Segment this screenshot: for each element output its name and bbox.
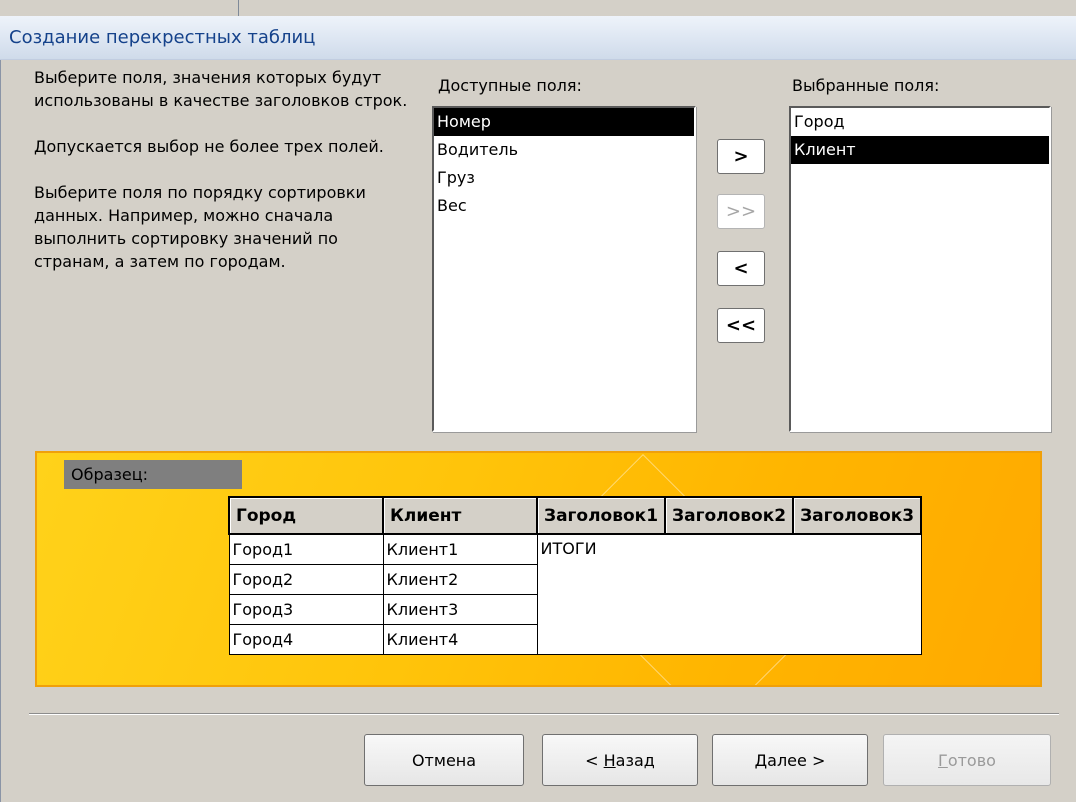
sample-cell: Клиент1 <box>382 533 538 565</box>
background-window-frame <box>238 0 1076 17</box>
footer-separator-highlight <box>29 714 1059 715</box>
sample-cell: Клиент3 <box>382 594 538 625</box>
instructions: Выберите поля, значения которых будут ис… <box>34 66 408 273</box>
sample-cell: Клиент4 <box>382 624 538 655</box>
sample-header-cell: Заголовок3 <box>792 496 923 535</box>
next-mnemonic: Д <box>754 750 768 770</box>
selected-item[interactable]: Город <box>791 108 1049 136</box>
back-button[interactable]: < Назад <box>542 734 698 786</box>
available-item[interactable]: Груз <box>434 164 694 192</box>
sample-cell: Город2 <box>228 564 384 595</box>
move-one-right-button[interactable]: > <box>717 139 765 174</box>
available-item[interactable]: Вес <box>434 192 694 220</box>
finish-label-rest: отово <box>947 750 996 770</box>
sample-row: Город1 Клиент1 ИТОГИ <box>228 533 922 655</box>
back-label-rest: азад <box>615 750 655 770</box>
next-button[interactable]: Далее > <box>712 734 868 786</box>
sample-header-cell: Клиент <box>382 496 538 535</box>
instruction-paragraph-2: Допускается выбор не более трех полей. <box>34 137 384 156</box>
sample-cell: Город3 <box>228 594 384 625</box>
sample-cell: Город1 <box>228 533 384 565</box>
cancel-button[interactable]: Отмена <box>364 734 524 786</box>
selected-item[interactable]: Клиент <box>791 136 1049 164</box>
wizard-title: Создание перекрестных таблиц <box>0 16 1076 60</box>
back-prefix: < <box>585 750 604 770</box>
finish-button[interactable]: Готово <box>883 734 1051 786</box>
instruction-paragraph-1: Выберите поля, значения которых будут ис… <box>34 68 408 110</box>
sample-label: Образец: <box>64 460 242 489</box>
sample-cell: Город4 <box>228 624 384 655</box>
available-fields-list[interactable]: Номер Водитель Груз Вес <box>432 106 696 432</box>
available-item[interactable]: Водитель <box>434 136 694 164</box>
sample-preview-panel: Образец: Город Клиент Заголовок1 Заголовок2… <box>35 451 1042 687</box>
move-all-right-button[interactable]: >> <box>717 194 765 229</box>
instruction-paragraph-3: Выберите поля по порядку сортировки данн… <box>34 183 366 271</box>
sample-cell: Клиент2 <box>382 564 538 595</box>
available-fields-label: Доступные поля: <box>438 76 582 95</box>
move-one-left-button[interactable]: < <box>717 251 765 286</box>
sample-header-cell: Заголовок2 <box>664 496 795 535</box>
back-mnemonic: Н <box>603 750 616 770</box>
sample-header-cell: Город <box>228 496 384 535</box>
selected-fields-list[interactable]: Город Клиент <box>789 106 1051 432</box>
available-item[interactable]: Номер <box>434 108 694 136</box>
next-label-rest: алее > <box>767 750 826 770</box>
sample-header-cell: Заголовок1 <box>535 496 667 535</box>
selected-fields-label: Выбранные поля: <box>792 76 940 95</box>
sample-table: Город Клиент Заголовок1 Заголовок2 Заголовок… <box>228 496 923 655</box>
window-left-border <box>0 60 1 802</box>
finish-mnemonic: Г <box>938 750 948 770</box>
move-all-left-button[interactable]: << <box>717 308 765 343</box>
sample-totals-cell: ИТОГИ <box>536 533 922 655</box>
